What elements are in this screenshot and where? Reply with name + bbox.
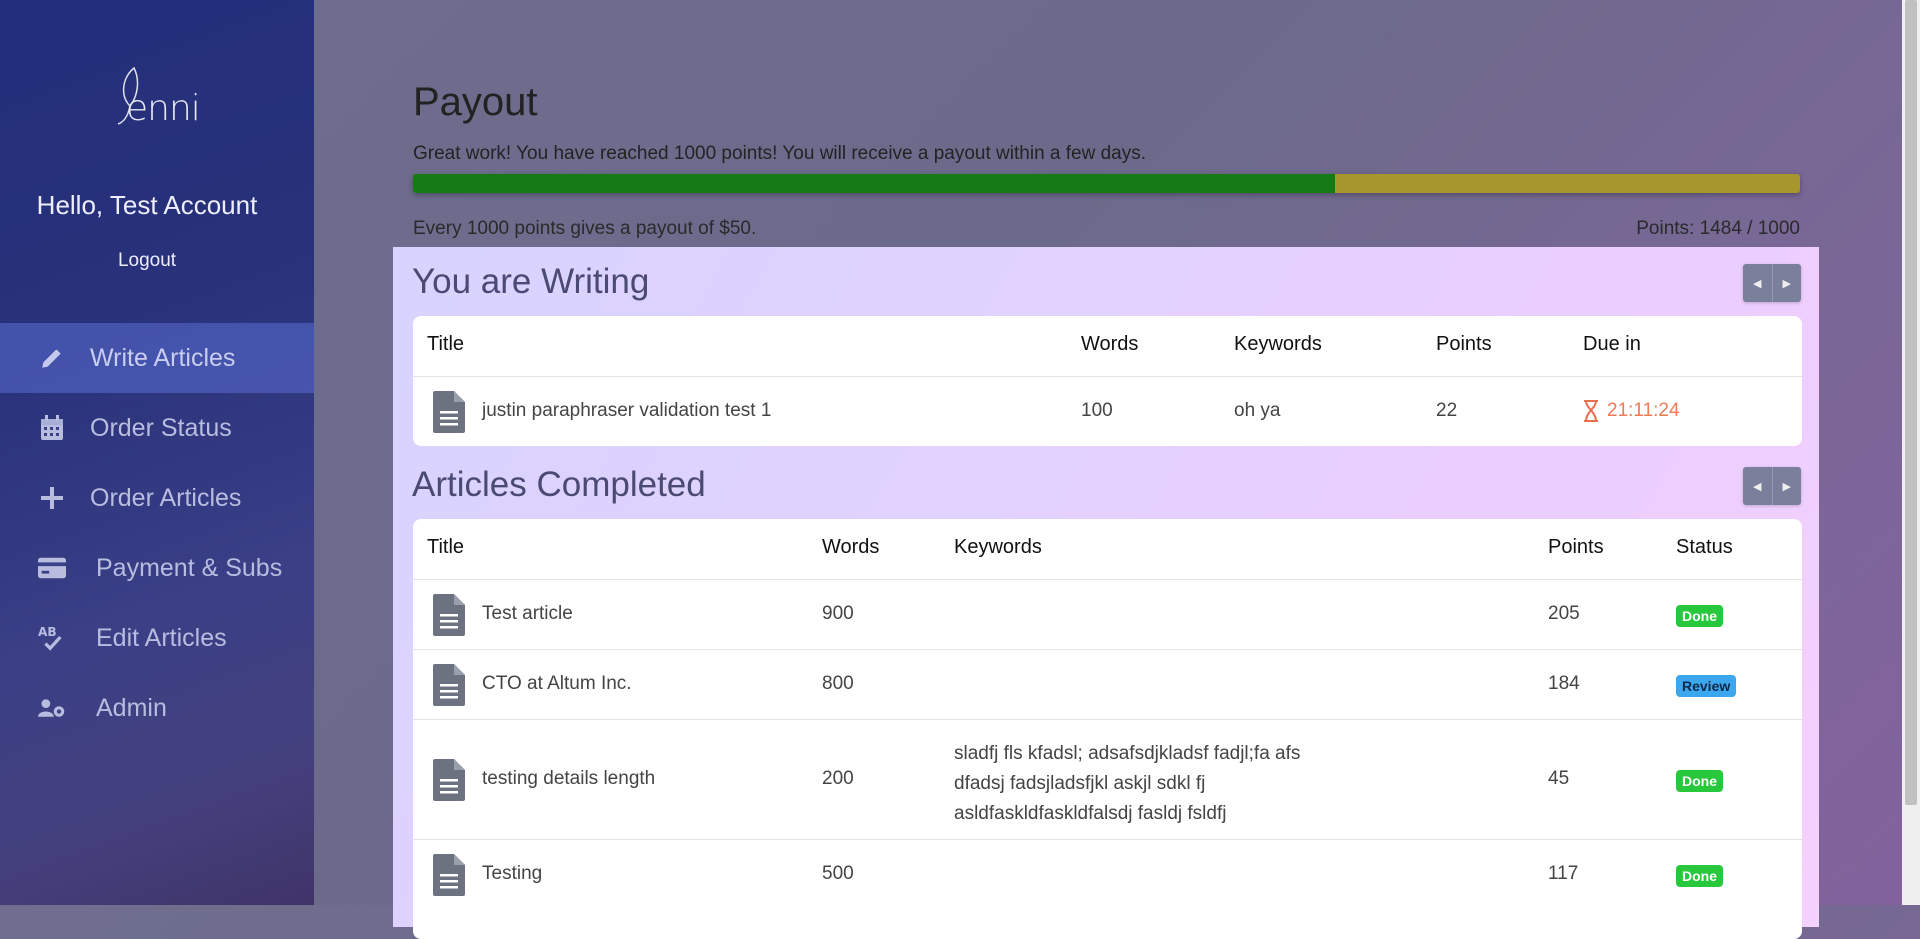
col-header-title: Title	[427, 536, 465, 558]
credit-card-icon	[38, 554, 66, 582]
payout-info: Every 1000 points gives a payout of $50.	[413, 218, 757, 239]
table-row[interactable]: testing details length 200 sladfj fls kf…	[413, 719, 1802, 840]
status-badge: Done	[1676, 770, 1723, 792]
col-header-keywords: Keywords	[1234, 333, 1322, 355]
col-header-keywords: Keywords	[954, 536, 1042, 558]
keyword-line: dfadsj fadsjladsfjkl askjl sdkl fj	[954, 773, 1206, 794]
sidebar-item-label: Edit Articles	[96, 623, 227, 652]
col-header-due: Due in	[1583, 333, 1641, 355]
document-icon	[433, 854, 465, 896]
article-words: 800	[822, 673, 854, 694]
article-title[interactable]: CTO at Altum Inc.	[482, 673, 632, 695]
article-title[interactable]: Test article	[482, 603, 573, 625]
article-points: 22	[1436, 400, 1458, 421]
completed-section-title: Articles Completed	[412, 465, 706, 504]
users-cog-icon	[38, 694, 66, 722]
prev-page-button[interactable]: ◀	[1743, 264, 1773, 302]
plus-icon	[38, 484, 66, 512]
document-icon	[433, 759, 465, 801]
next-page-button[interactable]: ▶	[1773, 264, 1802, 302]
payout-progress-bar	[413, 174, 1800, 193]
col-header-points: Points	[1548, 536, 1604, 558]
sidebar-item-edit-articles[interactable]: AB Edit Articles	[0, 603, 314, 673]
status-badge: Review	[1676, 675, 1737, 697]
page-title: Payout	[413, 80, 538, 124]
sidebar-item-label: Write Articles	[90, 343, 236, 372]
document-icon	[433, 594, 465, 636]
articles-panel: You are Writing ◀ ▶ Title Words Keywords…	[393, 247, 1819, 939]
article-words: 100	[1081, 400, 1113, 421]
writing-table: Title Words Keywords Points Due in justi…	[413, 316, 1802, 446]
keyword-line: asldfaskldfaskldfalsdj fasldj fsldfj	[954, 803, 1227, 824]
sidebar-item-order-status[interactable]: Order Status	[0, 393, 314, 463]
table-row[interactable]: Testing 500 117 Done	[413, 839, 1802, 910]
document-icon	[433, 391, 465, 433]
col-header-title: Title	[427, 333, 465, 355]
article-words: 900	[822, 603, 854, 624]
sidebar-item-write-articles[interactable]: Write Articles	[0, 323, 314, 393]
sidebar-item-label: Order Articles	[90, 483, 242, 512]
completed-table: Title Words Keywords Points Status Test …	[413, 519, 1802, 939]
points-total: Points: 1484 / 1000	[1636, 218, 1800, 239]
sidebar: enni Hello, Test Account Logout Write Ar…	[0, 0, 314, 905]
document-icon	[433, 664, 465, 706]
article-points: 117	[1548, 863, 1579, 884]
article-points: 184	[1548, 673, 1580, 694]
hourglass-icon	[1584, 400, 1598, 422]
app-logo[interactable]: enni	[104, 66, 201, 136]
article-keywords: sladfj fls kfadsl; adsafsdjkladsf fadjl;…	[954, 739, 1300, 829]
article-title[interactable]: justin paraphraser validation test 1	[482, 400, 771, 422]
col-header-points: Points	[1436, 333, 1492, 355]
article-words: 200	[822, 768, 854, 789]
sidebar-item-label: Order Status	[90, 413, 232, 442]
table-row[interactable]: Test article 900 205 Done	[413, 579, 1802, 650]
sidebar-item-payment-subs[interactable]: Payment & Subs	[0, 533, 314, 603]
calendar-icon	[38, 414, 66, 442]
sidebar-item-label: Payment & Subs	[96, 553, 283, 582]
writing-pager: ◀ ▶	[1743, 264, 1801, 302]
keyword-line: sladfj fls kfadsl; adsafsdjkladsf fadjl;…	[954, 743, 1301, 764]
logo-text: enni	[126, 88, 201, 129]
col-header-words: Words	[822, 536, 880, 558]
sidebar-item-label: Admin	[96, 693, 167, 722]
svg-text:AB: AB	[38, 625, 57, 639]
scrollbar-thumb[interactable]	[1905, 0, 1917, 805]
completed-pager: ◀ ▶	[1743, 467, 1801, 505]
table-row[interactable]: justin paraphraser validation test 1 100…	[413, 376, 1802, 446]
next-page-button[interactable]: ▶	[1773, 467, 1802, 505]
article-points: 45	[1548, 768, 1570, 789]
writing-section-title: You are Writing	[412, 262, 650, 301]
due-countdown: 21:11:24	[1607, 400, 1680, 421]
article-keywords: oh ya	[1234, 400, 1281, 421]
pencil-icon	[38, 344, 66, 372]
logout-link[interactable]: Logout	[0, 250, 294, 272]
article-points: 205	[1548, 603, 1580, 624]
main-content: Payout Great work! You have reached 1000…	[314, 0, 1902, 939]
col-header-words: Words	[1081, 333, 1139, 355]
article-title[interactable]: testing details length	[482, 768, 655, 790]
status-badge: Done	[1676, 605, 1723, 627]
user-greeting: Hello, Test Account	[36, 190, 258, 220]
sidebar-nav: Write Articles Order Status Order Articl…	[0, 323, 314, 743]
col-header-status: Status	[1676, 536, 1733, 558]
spellcheck-icon: AB	[38, 624, 66, 652]
payout-message: Great work! You have reached 1000 points…	[413, 143, 1147, 164]
prev-page-button[interactable]: ◀	[1743, 467, 1773, 505]
table-row[interactable]: CTO at Altum Inc. 800 184 Review	[413, 649, 1802, 720]
status-badge: Done	[1676, 865, 1723, 887]
payout-progress-fill	[413, 174, 1336, 193]
page-scrollbar[interactable]	[1902, 0, 1920, 905]
article-words: 500	[822, 863, 854, 884]
article-title[interactable]: Testing	[482, 863, 542, 885]
sidebar-item-order-articles[interactable]: Order Articles	[0, 463, 314, 533]
sidebar-item-admin[interactable]: Admin	[0, 673, 314, 743]
